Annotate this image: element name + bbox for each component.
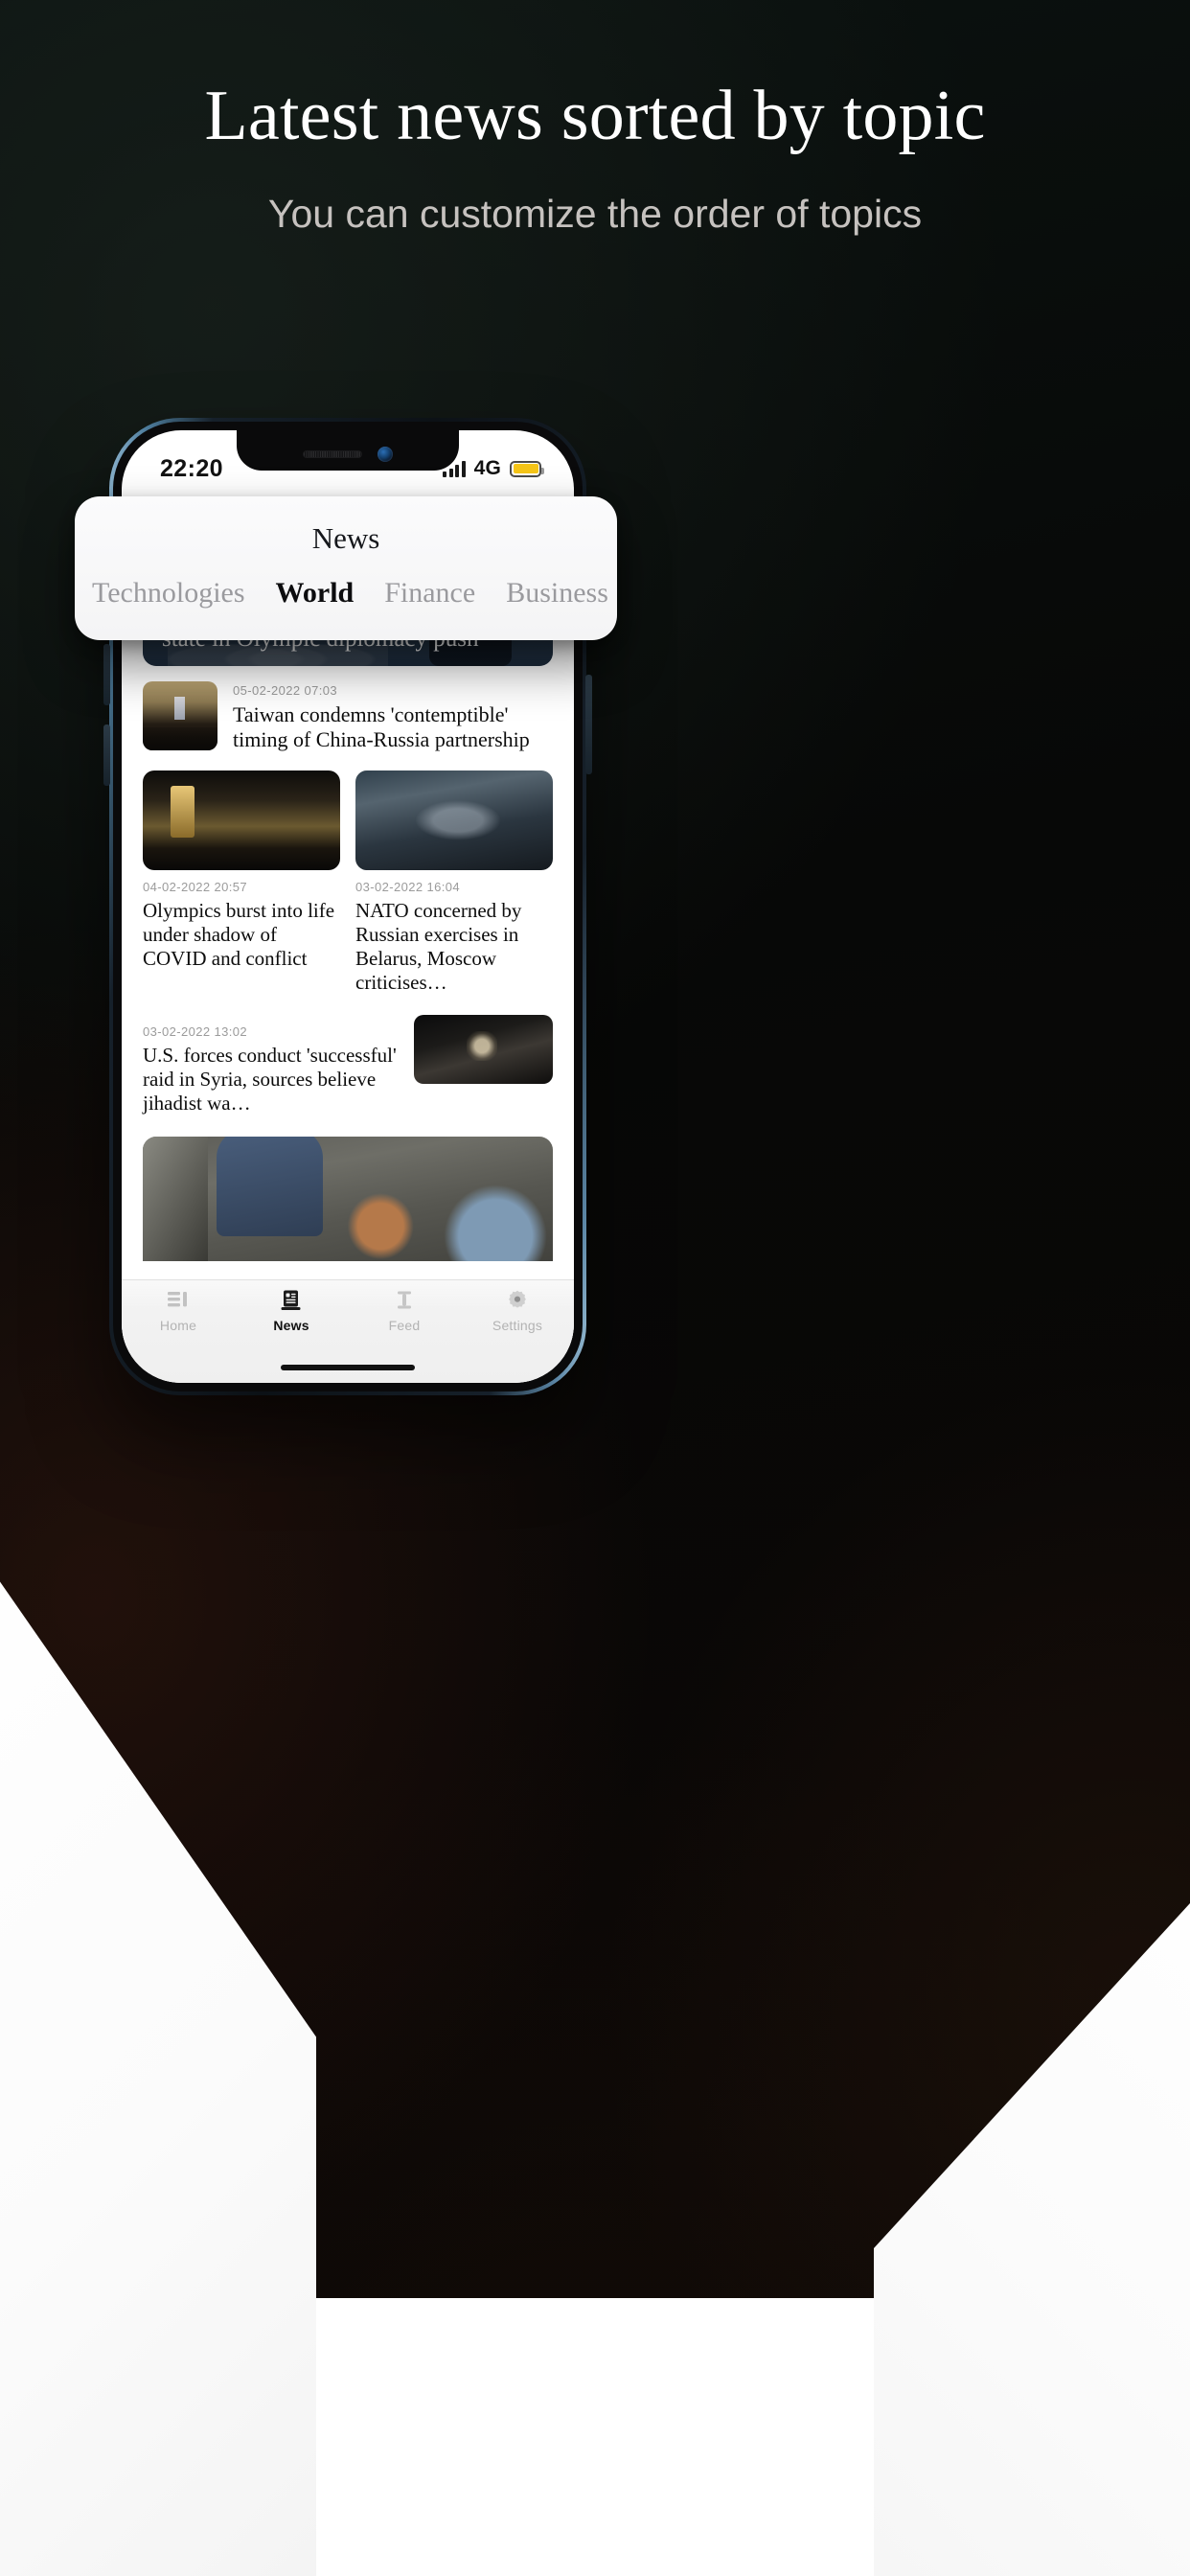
status-indicators: 4G	[443, 457, 544, 480]
topic-tab-technologies[interactable]: Technologies	[92, 577, 245, 610]
home-indicator[interactable]	[281, 1365, 415, 1370]
background-wedge-left	[0, 1581, 316, 2576]
news-header-card-overlay: News Technologies World Finance Business…	[75, 496, 617, 640]
tab-list: Home News Feed Settings	[122, 1288, 574, 1333]
front-camera-icon	[378, 447, 393, 462]
news-card-title: News	[311, 521, 380, 555]
network-type-label: 4G	[473, 457, 501, 479]
tab-label: Feed	[388, 1318, 421, 1333]
background-wedge-right	[874, 1903, 1190, 2576]
tab-news[interactable]: News	[235, 1288, 348, 1333]
article-thumbnail	[414, 1014, 553, 1084]
article-title: NATO concerned by Russian exercises in B…	[355, 898, 522, 995]
phone-power-button[interactable]	[585, 675, 592, 774]
news-document-icon	[280, 1288, 303, 1313]
gear-icon	[506, 1288, 529, 1313]
article-title: Taiwan condemns 'contemptible' timing of…	[233, 702, 530, 752]
article-wide-body: 03-02-2022 13:02 U.S. forces conduct 'su…	[143, 1015, 400, 1116]
newspaper-lines-icon	[167, 1288, 190, 1313]
article-row-body: 05-02-2022 07:03 Taiwan condemns 'contem…	[233, 681, 553, 753]
article-date: 05-02-2022 07:03	[233, 683, 338, 698]
status-clock: 22:20	[160, 454, 223, 482]
article-date: 04-02-2022 20:57	[143, 879, 248, 894]
feed-column-icon	[394, 1288, 415, 1313]
article-wide-row[interactable]: 03-02-2022 13:02 U.S. forces conduct 'su…	[143, 1014, 553, 1116]
tab-settings[interactable]: Settings	[461, 1288, 574, 1333]
tab-feed[interactable]: Feed	[348, 1288, 461, 1333]
tab-label: Settings	[492, 1318, 543, 1333]
phone-volume-up-button[interactable]	[103, 644, 110, 705]
article-date: 03-02-2022 13:02	[143, 1024, 248, 1039]
battery-fill	[513, 464, 538, 473]
topic-tab-finance[interactable]: Finance	[384, 577, 475, 610]
phone-volume-down-button[interactable]	[103, 724, 110, 786]
tab-label: News	[273, 1318, 309, 1333]
promo-subheadline: You can customize the order of topics	[267, 192, 923, 236]
topic-tab-list[interactable]: Technologies World Finance Business S	[75, 556, 617, 610]
article-bottom-image[interactable]	[143, 1137, 553, 1262]
article-title: Olympics burst into life under shadow of…	[143, 898, 335, 971]
article-thumbnail	[355, 770, 553, 870]
tab-home[interactable]: Home	[122, 1288, 235, 1333]
article-thumbnail	[143, 770, 340, 870]
article-grid-item[interactable]: 04-02-2022 20:57 Olympics burst into lif…	[143, 770, 340, 996]
topic-tab-world[interactable]: World	[276, 577, 355, 610]
article-grid-item[interactable]: 03-02-2022 16:04 NATO concerned by Russi…	[355, 770, 553, 996]
tab-label: Home	[159, 1318, 197, 1333]
topic-tab-business[interactable]: Business	[506, 577, 608, 610]
battery-icon	[510, 460, 544, 477]
earpiece-speaker-icon	[303, 450, 362, 458]
phone-notch	[237, 430, 459, 471]
promo-headline: Latest news sorted by topic	[204, 77, 986, 155]
article-thumbnail	[143, 681, 217, 750]
bottom-tab-bar: Home News Feed Settings	[122, 1279, 574, 1383]
article-title: U.S. forces conduct 'successful' raid in…	[143, 1043, 397, 1115]
article-grid: 04-02-2022 20:57 Olympics burst into lif…	[143, 770, 553, 996]
promo-text-block: Latest news sorted by topic You can cust…	[0, 80, 1190, 239]
article-date: 03-02-2022 16:04	[355, 879, 461, 894]
article-row[interactable]: 05-02-2022 07:03 Taiwan condemns 'contem…	[143, 681, 553, 753]
